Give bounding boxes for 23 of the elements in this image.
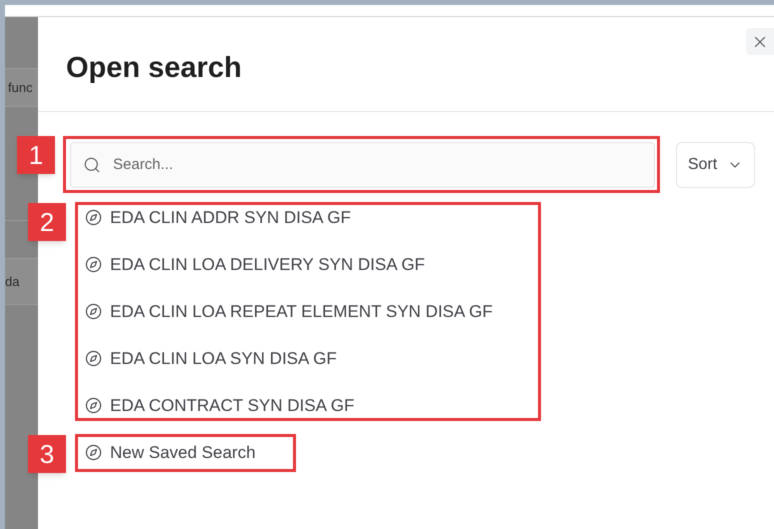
search-icon: [83, 156, 101, 174]
compass-icon: [85, 303, 102, 320]
background-text: func: [8, 78, 33, 97]
close-button[interactable]: [746, 28, 774, 55]
step-number: 3: [28, 435, 66, 473]
step-number: 2: [28, 203, 66, 241]
search-input[interactable]: Search...: [113, 154, 654, 176]
saved-search-item[interactable]: EDA CONTRACT SYN DISA GF: [70, 382, 590, 429]
step-number: 1: [17, 136, 55, 174]
saved-search-item[interactable]: EDA CLIN LOA DELIVERY SYN DISA GF: [70, 241, 590, 288]
compass-icon: [85, 397, 102, 414]
compass-icon: [85, 256, 102, 273]
saved-search-item[interactable]: New Saved Search: [70, 429, 590, 476]
compass-icon: [85, 350, 102, 367]
saved-search-item[interactable]: EDA CLIN LOA REPEAT ELEMENT SYN DISA GF: [70, 288, 590, 335]
saved-search-item[interactable]: EDA CLIN ADDR SYN DISA GF: [70, 194, 590, 241]
saved-search-item[interactable]: EDA CLIN LOA SYN DISA GF: [70, 335, 590, 382]
search-field[interactable]: Search...: [70, 142, 655, 188]
background-text: da: [5, 272, 20, 291]
dialog-title: Open search: [66, 51, 242, 86]
compass-icon: [85, 209, 102, 226]
sort-button[interactable]: Sort: [676, 142, 755, 188]
compass-icon: [85, 444, 102, 461]
